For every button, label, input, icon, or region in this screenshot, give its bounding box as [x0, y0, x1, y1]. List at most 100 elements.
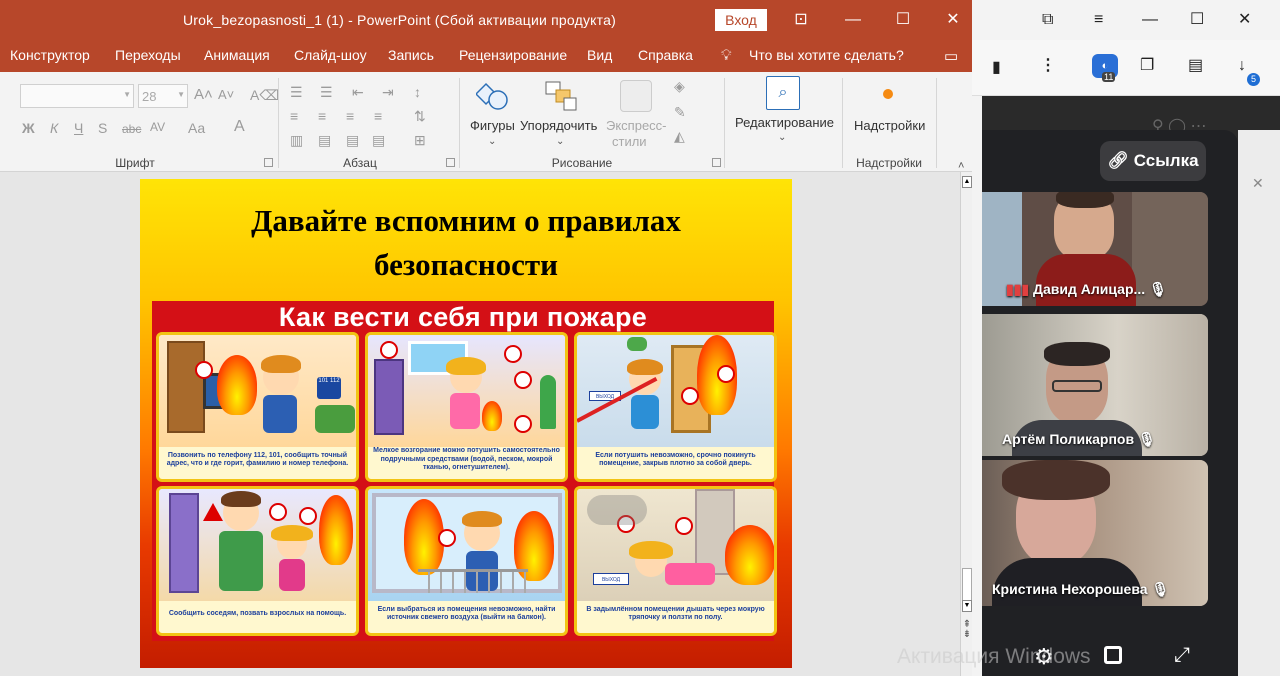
slide-title[interactable]: Давайте вспомним о правилах безопасности [140, 199, 792, 287]
rule-caption: В задымлённом помещении дышать через мок… [586, 605, 765, 622]
arrange-icon [544, 80, 578, 112]
shape-effects-icon[interactable]: ◭ [674, 128, 685, 144]
align-left-icon[interactable]: ≡ [290, 108, 298, 124]
smartart-icon[interactable]: ⊞ [414, 132, 426, 148]
title-bar: Urok_bezopasnosti_1 (1) - PowerPoint (Сб… [0, 0, 972, 40]
close-icon[interactable]: ✕ [940, 8, 966, 32]
clear-format-icon[interactable]: A⌫ [250, 87, 279, 103]
dialog-launcher-icon[interactable] [264, 158, 273, 167]
tell-me-search[interactable]: Что вы хотите сделать? [749, 47, 904, 63]
collections-icon[interactable]: ⧉ [1042, 10, 1053, 30]
login-button[interactable]: Вход [715, 9, 767, 31]
fullscreen-icon[interactable]: ⤢ [1174, 644, 1190, 667]
participant-name: Кристина Нехорошева 🎙︎ [992, 581, 1169, 598]
align-right-icon[interactable]: ≡ [346, 108, 354, 124]
quick-styles-button[interactable]: Экспресс- [606, 118, 667, 133]
tab-design[interactable]: Конструктор [10, 47, 90, 63]
participant-tile-2[interactable]: Артём Поликарпов 🎙︎ [982, 314, 1208, 456]
font-name-box[interactable]: ▼ [20, 84, 134, 108]
tab-view[interactable]: Вид [587, 47, 612, 63]
scroll-up-icon[interactable]: ▲ [962, 176, 972, 188]
addins-button[interactable]: Надстройки [854, 118, 925, 133]
change-case-icon[interactable]: Aa [188, 120, 205, 136]
ribbon-display-icon[interactable]: ⊡ [788, 8, 814, 32]
strikethrough-icon[interactable]: abc [122, 121, 141, 137]
dialog-launcher-icon[interactable] [446, 158, 455, 167]
font-size-box[interactable]: 28 ▼ [138, 84, 188, 108]
child-hair [627, 359, 663, 375]
copy-link-button[interactable]: 🔗︎ Ссылка [1100, 141, 1206, 181]
tab-record[interactable]: Запись [388, 47, 434, 63]
close-panel-icon[interactable]: ✕ [1252, 175, 1264, 192]
window-title: Urok_bezopasnosti_1 (1) - PowerPoint (Сб… [183, 12, 616, 28]
close-icon[interactable]: ✕ [1238, 10, 1251, 30]
vertical-scrollbar[interactable]: ▲ ▼ ⇞ ⇟ [960, 172, 972, 676]
justify-icon[interactable]: ≡ [374, 108, 382, 124]
ribbon: ▼ 28 ▼ A˄ A˅ A⌫ Ж К Ч S abc AV Aa A Шриф… [0, 72, 972, 172]
font-color-icon[interactable]: A [234, 119, 245, 135]
text-direction-icon[interactable]: ⇅ [414, 108, 426, 124]
quick-styles-label-2: стили [612, 134, 647, 149]
columns-icon[interactable]: ▥ [290, 132, 303, 148]
screenshot-icon[interactable]: ❐ [1140, 56, 1154, 76]
separator [936, 78, 937, 168]
poster-title: Как вести себя при пожаре [278, 302, 648, 332]
align-center-icon[interactable]: ≡ [318, 108, 326, 124]
bookmark-icon[interactable]: ▮ [992, 58, 1001, 78]
tab-animations[interactable]: Анимация [204, 47, 270, 63]
shape-outline-icon[interactable]: ✎ [674, 104, 686, 120]
line-spacing-icon[interactable]: ↕ [414, 84, 421, 100]
card-illustration: ВЫХОД [577, 335, 774, 447]
increase-indent-icon[interactable]: ⇥ [382, 84, 394, 100]
shadow-icon[interactable]: S [98, 120, 107, 136]
decrease-indent-icon[interactable]: ⇤ [352, 84, 364, 100]
smoke [587, 495, 647, 525]
tab-review[interactable]: Рецензирование [459, 47, 567, 63]
translate-icon[interactable]: ▤ [1188, 56, 1203, 76]
maximize-icon[interactable]: ☐ [1190, 10, 1204, 30]
download-icon[interactable]: ↓ [1238, 56, 1246, 76]
increase-font-icon[interactable]: A˄ [194, 87, 213, 103]
maximize-icon[interactable]: ☐ [890, 8, 916, 32]
decrease-font-icon[interactable]: A˅ [218, 87, 234, 103]
bold-icon[interactable]: Ж [22, 120, 35, 136]
shape-fill-icon[interactable]: ◈ [674, 78, 685, 94]
participant-tile-1[interactable]: ▮▮▮ Давид Алицар... 🎙︎ [982, 192, 1208, 306]
chevron-down-icon: ⌄ [778, 132, 787, 143]
participant-tile-3[interactable]: Кристина Нехорошева 🎙︎ [982, 460, 1208, 606]
dialog-launcher-icon[interactable] [712, 158, 721, 167]
align-text-icon[interactable]: ▤ [318, 132, 331, 148]
char-spacing-icon[interactable]: AV [150, 119, 165, 135]
more-icon[interactable]: ⋮ [1040, 56, 1056, 76]
child-hair [261, 355, 301, 373]
minimize-icon[interactable]: — [1142, 10, 1158, 30]
slide[interactable]: Давайте вспомним о правилах безопасности… [140, 179, 792, 668]
minimize-icon[interactable]: — [840, 8, 866, 32]
comments-icon[interactable]: ▭ [944, 47, 958, 65]
sign-icon [717, 365, 735, 383]
tab-slideshow[interactable]: Слайд-шоу [294, 47, 367, 63]
slide-title-line-1: Давайте вспомним о правилах [251, 203, 681, 238]
paragraph-icon[interactable]: ▤ [372, 132, 385, 148]
tab-help[interactable]: Справка [638, 47, 693, 63]
editing-button[interactable]: Редактирование [735, 115, 834, 130]
italic-icon[interactable]: К [50, 120, 58, 136]
list-icon[interactable]: ▤ [346, 132, 359, 148]
menu-icon[interactable]: ≡ [1094, 10, 1103, 30]
bullets-icon[interactable]: ☰ [290, 84, 303, 100]
numbering-icon[interactable]: ☰ [320, 84, 333, 100]
drawing-group-label: Рисование [551, 156, 613, 170]
find-icon: ⌕ [766, 76, 800, 110]
tab-transitions[interactable]: Переходы [115, 47, 181, 63]
fire-icon [725, 525, 774, 585]
underline-icon[interactable]: Ч [74, 120, 83, 136]
shapes-button[interactable]: Фигуры [470, 118, 515, 133]
fire-safety-poster[interactable]: Как вести себя при пожаре 101 112 Позвон… [152, 301, 777, 641]
pip-icon[interactable] [1104, 646, 1122, 664]
sign-icon [380, 341, 398, 359]
arrange-button[interactable]: Упорядочить [520, 118, 597, 133]
plant [540, 375, 556, 429]
card-illustration [159, 489, 356, 601]
scroll-down-icon[interactable]: ▼ [962, 600, 972, 612]
paragraph-group-label: Абзац [343, 156, 377, 170]
